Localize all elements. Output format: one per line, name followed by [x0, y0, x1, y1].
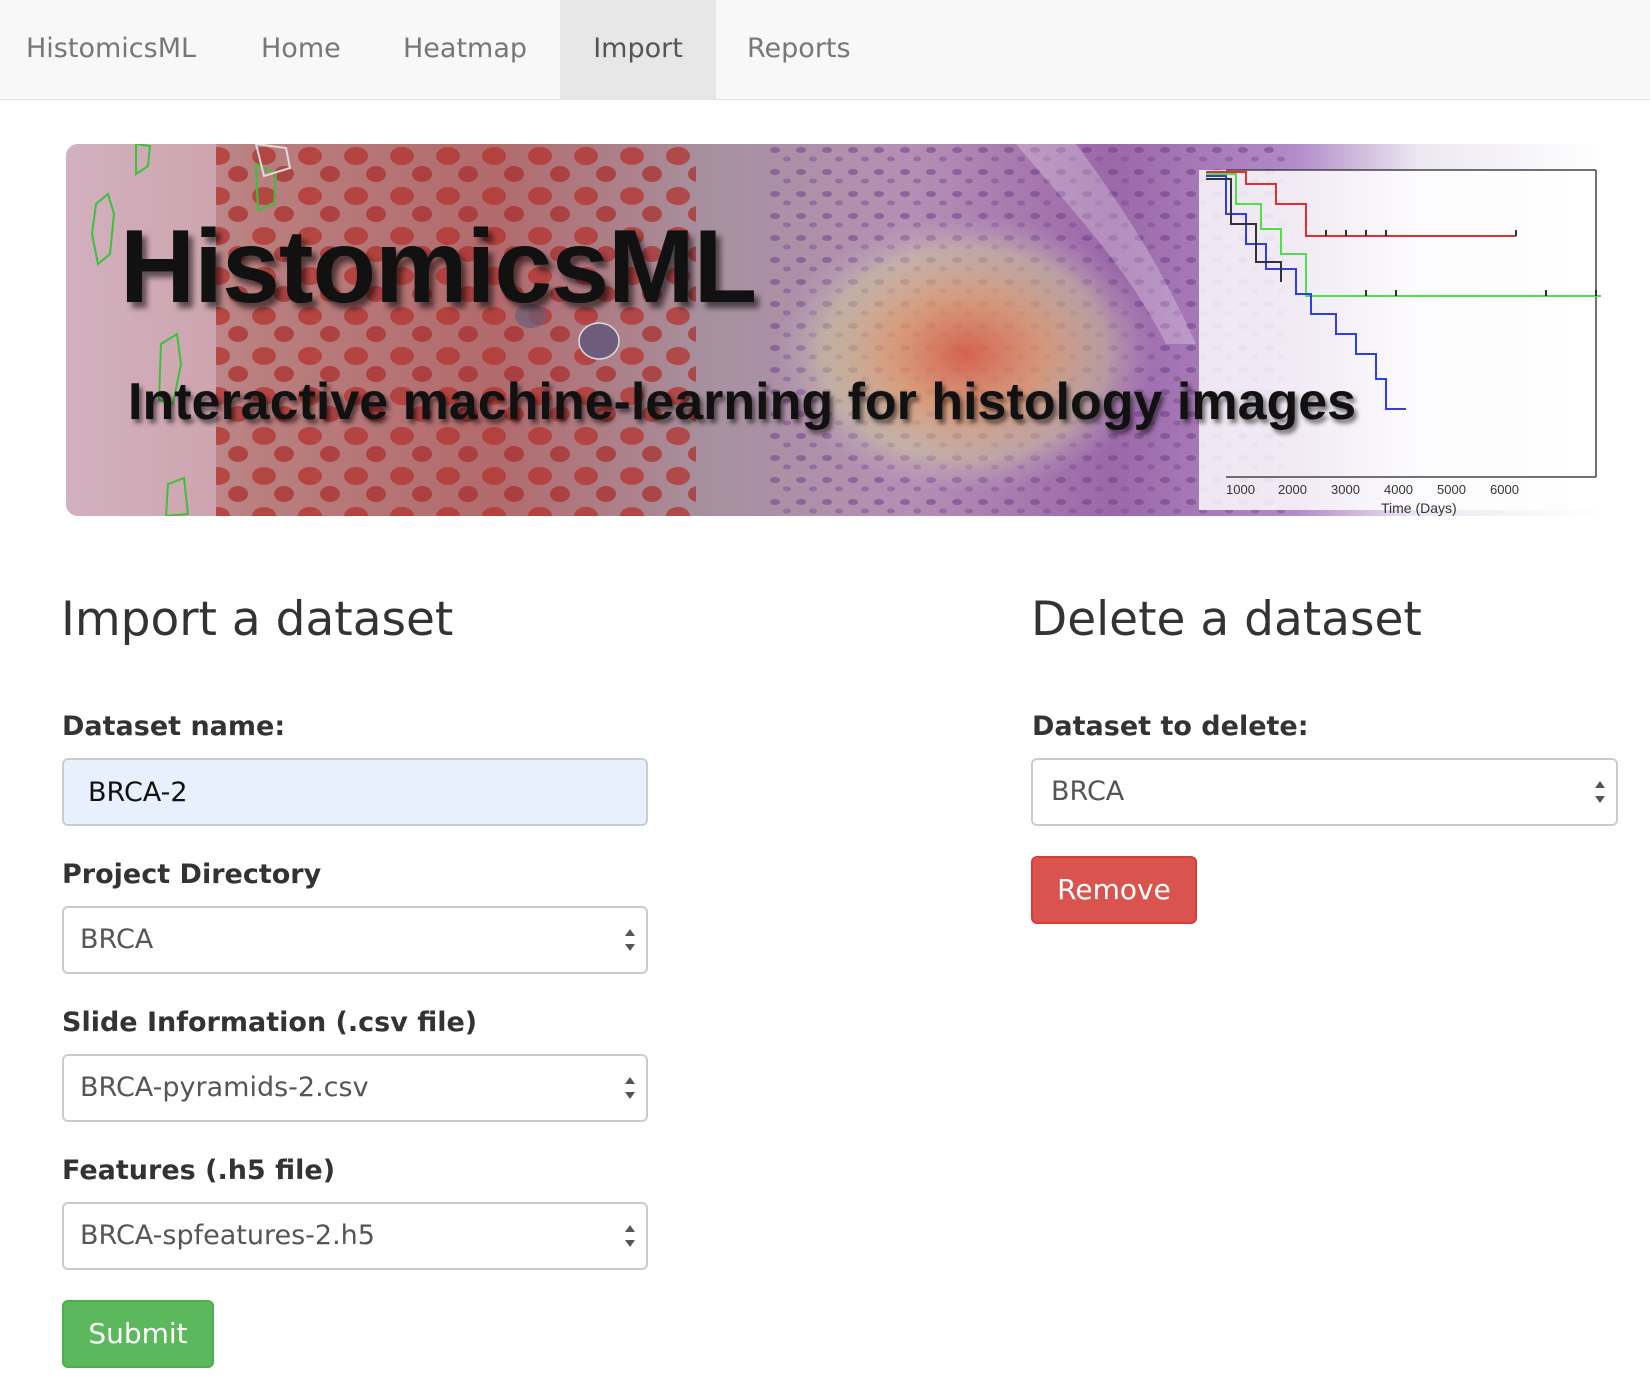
nav-item-reports[interactable]: Reports: [747, 0, 851, 99]
dataset-name-label: Dataset name:: [62, 711, 286, 742]
plot-x-label: Time (Days): [1381, 500, 1457, 516]
plot-x-tick: 3000: [1331, 482, 1360, 497]
import-section-title: Import a dataset: [61, 592, 454, 647]
plot-x-tick: 5000: [1437, 482, 1466, 497]
slide-information-value: BRCA-pyramids-2.csv: [80, 1072, 369, 1103]
survival-plot: [1199, 169, 1601, 510]
select-arrows-icon: [625, 929, 635, 951]
slide-information-select[interactable]: BRCA-pyramids-2.csv: [62, 1054, 648, 1122]
delete-section-title: Delete a dataset: [1031, 592, 1422, 647]
dataset-name-input[interactable]: [62, 758, 648, 826]
remove-button[interactable]: Remove: [1031, 856, 1197, 924]
hero-banner: HistomicsML Interactive machine-learning…: [66, 144, 1603, 516]
select-arrows-icon: [1595, 781, 1605, 803]
plot-x-tick: 2000: [1278, 482, 1307, 497]
banner-subtitle: Interactive machine-learning for histolo…: [128, 373, 1357, 431]
plot-x-tick: 4000: [1384, 482, 1413, 497]
nav-item-import[interactable]: Import: [560, 0, 716, 99]
plot-x-tick: 1000: [1226, 482, 1255, 497]
submit-button[interactable]: Submit: [62, 1300, 214, 1368]
dataset-to-delete-value: BRCA: [1051, 776, 1125, 807]
banner-title: HistomicsML: [120, 209, 757, 325]
dataset-to-delete-label: Dataset to delete:: [1032, 711, 1309, 742]
features-select[interactable]: BRCA-spfeatures-2.h5: [62, 1202, 648, 1270]
top-navbar: HistomicsML Home Heatmap Import Reports: [0, 0, 1650, 100]
plot-x-ticks: 1000 2000 3000 4000 5000 6000: [1226, 482, 1603, 498]
project-directory-label: Project Directory: [62, 859, 322, 890]
dataset-to-delete-select[interactable]: BRCA: [1031, 758, 1618, 826]
features-value: BRCA-spfeatures-2.h5: [80, 1220, 375, 1251]
slide-information-label: Slide Information (.csv file): [62, 1007, 478, 1038]
nav-item-home[interactable]: Home: [261, 0, 341, 99]
histology-banner-image: [66, 144, 1603, 516]
select-arrows-icon: [625, 1077, 635, 1099]
features-label: Features (.h5 file): [62, 1155, 336, 1186]
project-directory-select[interactable]: BRCA: [62, 906, 648, 974]
select-arrows-icon: [625, 1225, 635, 1247]
nav-item-heatmap[interactable]: Heatmap: [403, 0, 527, 99]
plot-x-tick: 6000: [1490, 482, 1519, 497]
navbar-brand[interactable]: HistomicsML: [26, 0, 196, 99]
project-directory-value: BRCA: [80, 924, 154, 955]
